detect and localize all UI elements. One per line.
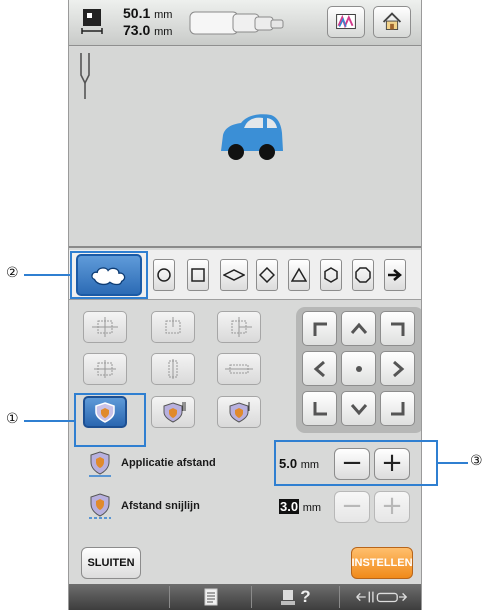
applique-distance-icon [89, 451, 111, 477]
octagon-icon [355, 267, 371, 283]
arrow-right-icon [388, 269, 402, 281]
corner-up-left-icon [313, 322, 327, 336]
move-up-button[interactable] [341, 311, 376, 346]
cut-line-distance-minus-button[interactable]: − [334, 491, 370, 523]
color-palette-icon [336, 14, 356, 30]
layout-center-button[interactable] [83, 311, 127, 343]
move-left-button[interactable] [302, 351, 337, 386]
shape-flat-diamond-button[interactable] [220, 259, 248, 291]
set-button[interactable]: INSTELLEN [351, 547, 413, 579]
move-right-button[interactable] [380, 351, 415, 386]
embroidery-screen: 50.1 mm 73.0 mm Applicatie afstand 5.0 m… [68, 0, 422, 610]
thread-spool-icon [189, 11, 284, 35]
shape-octagon-button[interactable] [352, 259, 374, 291]
help-button[interactable]: ? [251, 586, 339, 608]
move-down-right-button[interactable] [380, 391, 415, 426]
shape-triangle-button[interactable] [288, 259, 310, 291]
layout-corners-icon [94, 360, 116, 378]
triangle-icon [291, 267, 307, 282]
layout-corners-button[interactable] [83, 353, 127, 385]
sewing-machine-help-icon [281, 590, 296, 605]
width-value: 50.1 [123, 5, 151, 21]
callout-box-2 [70, 251, 148, 299]
layout-right-button[interactable] [217, 311, 261, 343]
move-pad [296, 307, 421, 433]
cut-line-distance-value: 3.0 [279, 499, 300, 514]
stitch-list-button[interactable] [169, 586, 251, 608]
callout-line-2 [24, 274, 70, 276]
corner-down-right-icon [390, 401, 404, 415]
cut-line-distance-readout: 3.0 mm [279, 499, 321, 514]
applique-shield-placement-icon [229, 402, 250, 423]
layout-horizontal-button[interactable] [217, 353, 261, 385]
embroidery-size-icon [81, 9, 103, 34]
bottom-toolbar: ? [69, 584, 421, 610]
home-button[interactable] [373, 6, 411, 38]
layout-right-icon [231, 317, 252, 337]
embroidery-preview [69, 47, 421, 248]
shape-diamond-button[interactable] [256, 259, 278, 291]
layout-vertical-button[interactable] [151, 353, 195, 385]
tension-settings-button[interactable] [339, 586, 421, 608]
chevron-left-icon [313, 360, 325, 377]
layout-top-button[interactable] [151, 311, 195, 343]
chevron-right-icon [392, 360, 404, 377]
height-unit: mm [154, 26, 173, 38]
callout-number-3: ③ [470, 453, 483, 469]
question-mark: ? [300, 587, 311, 606]
corner-up-right-icon [390, 322, 404, 336]
diamond-icon [259, 267, 275, 283]
move-down-left-button[interactable] [302, 391, 337, 426]
cut-line-distance-label: Afstand snijlijn [121, 500, 200, 512]
shape-hexagon-button[interactable] [320, 259, 342, 291]
flat-diamond-icon [223, 269, 245, 281]
callout-box-3 [274, 440, 438, 486]
color-change-button[interactable] [327, 6, 365, 38]
square-icon [191, 268, 205, 282]
chevron-up-icon [350, 322, 367, 334]
applique-distance-label: Applicatie afstand [121, 457, 216, 469]
cut-line-distance-unit: mm [302, 502, 322, 514]
cut-line-distance-icon [89, 493, 111, 519]
layout-horizontal-icon [225, 364, 253, 374]
document-list-icon [204, 588, 217, 606]
width-unit: mm [154, 9, 173, 21]
needle-position-icon [80, 53, 90, 99]
layout-center-icon [92, 317, 118, 337]
move-center-button[interactable] [341, 351, 376, 386]
thread-tension-icon [355, 591, 407, 603]
next-shapes-button[interactable] [384, 259, 406, 291]
move-down-button[interactable] [341, 391, 376, 426]
home-icon [382, 12, 402, 30]
height-value: 73.0 [123, 22, 151, 38]
callout-line-1 [24, 420, 74, 422]
callout-number-2: ② [6, 265, 19, 281]
corner-down-left-icon [313, 401, 327, 415]
center-dot-icon [355, 365, 362, 372]
callout-box-1 [74, 393, 146, 447]
shape-circle-button[interactable] [153, 259, 175, 291]
move-up-left-button[interactable] [302, 311, 337, 346]
shape-square-button[interactable] [187, 259, 209, 291]
circle-icon [157, 268, 171, 282]
size-readout: 50.1 mm 73.0 mm [123, 6, 172, 40]
layout-top-icon [165, 317, 181, 334]
applique-type-3-button[interactable] [217, 396, 261, 428]
close-button[interactable]: SLUITEN [81, 547, 141, 579]
move-up-right-button[interactable] [380, 311, 415, 346]
applique-type-2-button[interactable] [151, 396, 195, 428]
layout-vertical-icon [168, 359, 178, 379]
car-embroidery-design [221, 114, 283, 160]
hexagon-icon [324, 267, 338, 283]
callout-line-3 [438, 462, 468, 464]
applique-shield-cut-icon [163, 402, 186, 423]
top-bar: 50.1 mm 73.0 mm [69, 0, 421, 46]
callout-number-1: ① [6, 411, 19, 427]
cut-line-distance-plus-button[interactable]: + [374, 491, 410, 523]
chevron-down-icon [350, 403, 367, 415]
